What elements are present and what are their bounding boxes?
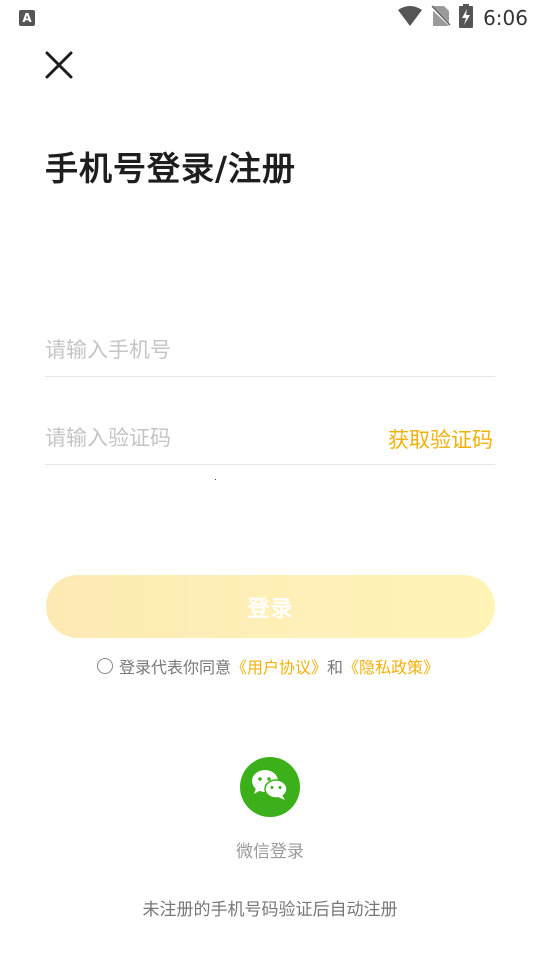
wechat-login-button[interactable]	[240, 757, 300, 817]
app-notification-icon: A	[19, 10, 35, 26]
login-button-label: 登录	[247, 596, 294, 622]
status-time: 6:06	[483, 6, 528, 30]
user-agreement-link[interactable]: 《用户协议》	[231, 654, 327, 678]
wifi-icon	[397, 5, 423, 31]
wechat-login-label: 微信登录	[236, 842, 304, 862]
stray-dot	[215, 479, 216, 480]
agreement-row: 登录代表你同意 《用户协议》 和 《隐私政策》	[97, 655, 439, 677]
agreement-conjunction: 和	[327, 658, 344, 677]
status-bar: A 6:06	[0, 0, 540, 36]
phone-field-row	[45, 326, 495, 377]
page-title: 手机号登录/注册	[45, 149, 297, 188]
code-field-row: 获取验证码	[45, 414, 495, 465]
agreement-prefix: 登录代表你同意	[119, 658, 232, 677]
verification-code-input[interactable]	[45, 420, 365, 456]
login-button[interactable]: 登录	[46, 575, 495, 638]
footer-note: 未注册的手机号码验证后自动注册	[142, 900, 398, 920]
battery-charging-icon	[459, 4, 474, 32]
status-indicators: 6:06	[397, 4, 528, 32]
no-sim-icon	[430, 5, 452, 31]
phone-input[interactable]	[45, 332, 365, 368]
privacy-policy-link[interactable]: 《隐私政策》	[343, 654, 439, 678]
close-icon	[45, 51, 73, 83]
close-button[interactable]	[42, 50, 76, 84]
agree-radio[interactable]	[97, 658, 113, 674]
get-code-button[interactable]: 获取验证码	[388, 424, 493, 454]
wechat-icon	[250, 768, 290, 806]
